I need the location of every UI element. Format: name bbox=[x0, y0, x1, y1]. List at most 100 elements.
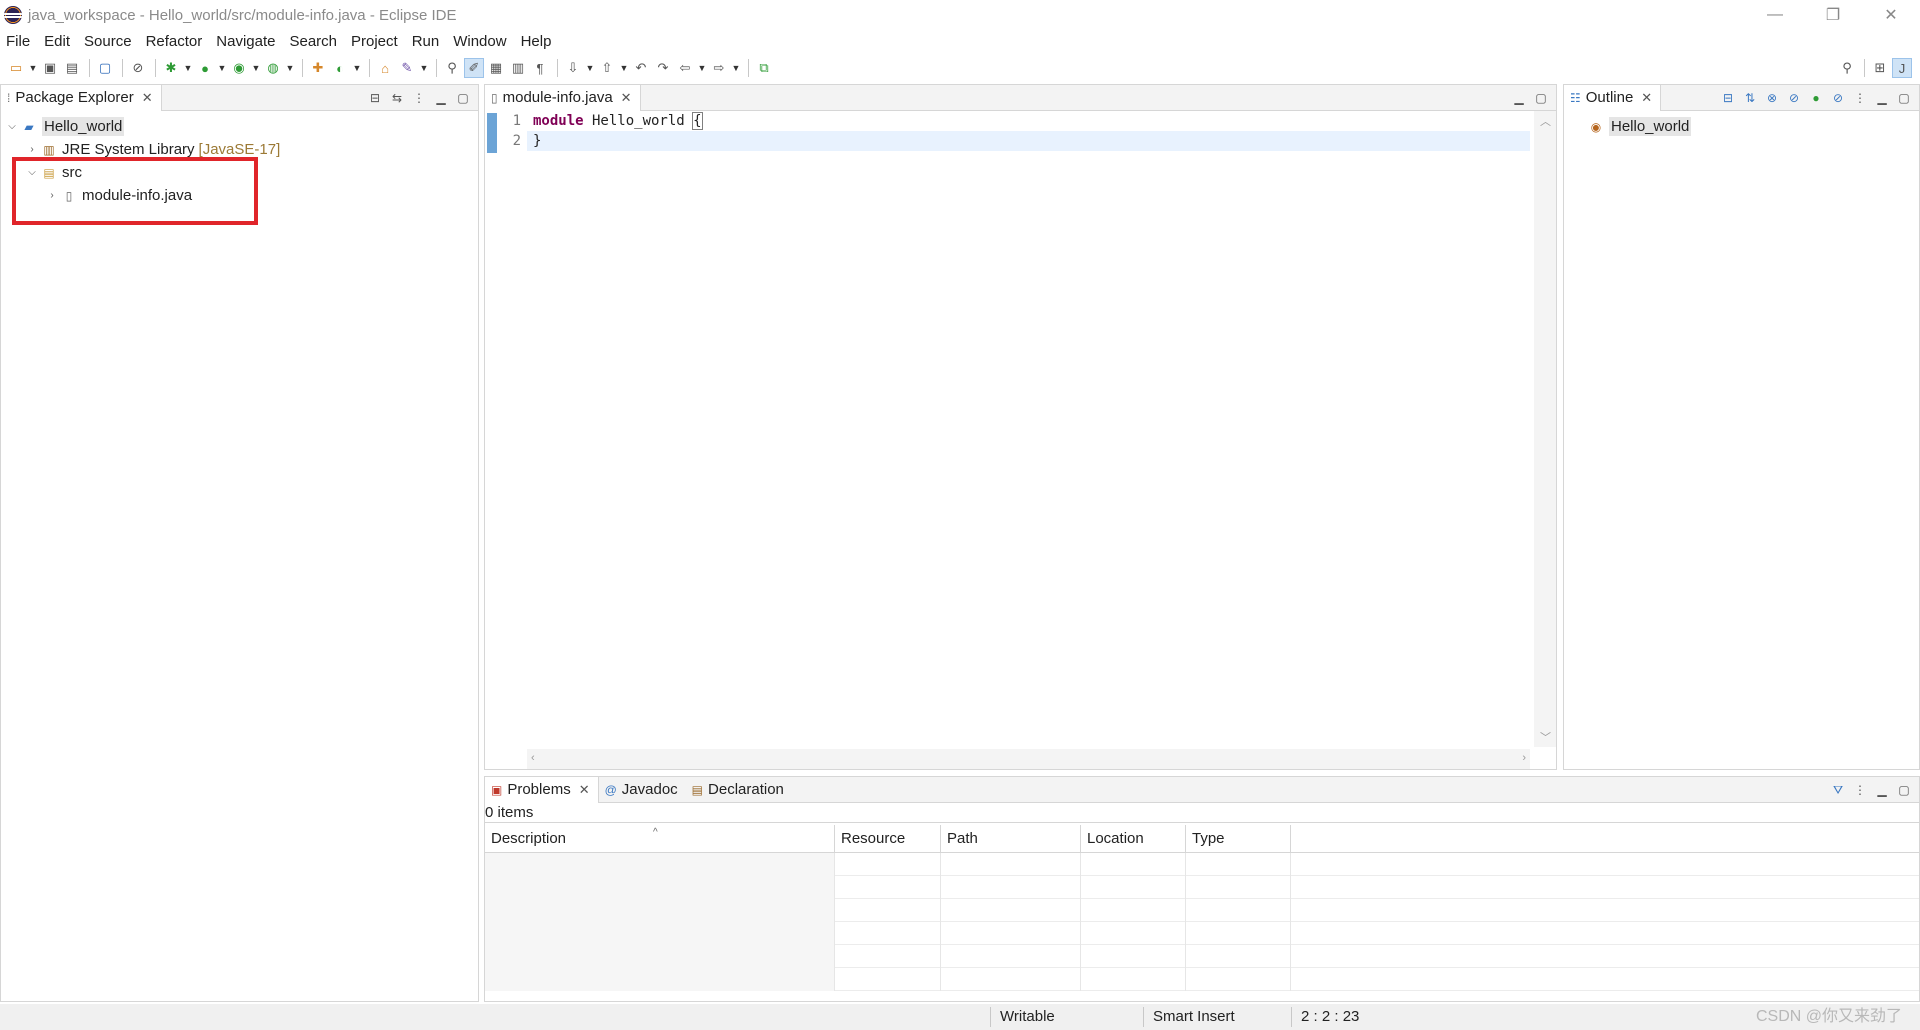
show-whitespace-icon[interactable]: ¶ bbox=[530, 58, 550, 78]
new-java-class-icon[interactable]: ◐ bbox=[330, 58, 350, 78]
previous-annotation-icon[interactable]: ⇧ bbox=[597, 58, 617, 78]
scroll-left-icon[interactable]: ‹ bbox=[531, 752, 535, 764]
view-menu-icon[interactable]: ⋮ bbox=[1851, 89, 1869, 107]
column-type[interactable]: Type bbox=[1186, 825, 1291, 853]
horizontal-scrollbar[interactable]: ‹ › bbox=[527, 749, 1530, 769]
scroll-down-icon[interactable]: ﹀ bbox=[1540, 729, 1551, 745]
tab-package-explorer[interactable]: ⁞ Package Explorer ✕ bbox=[1, 84, 162, 111]
hide-local-types-icon[interactable]: ⊘ bbox=[1829, 89, 1847, 107]
hide-fields-icon[interactable]: ⊗ bbox=[1763, 89, 1781, 107]
tab-declaration[interactable]: ▤ Declaration bbox=[686, 777, 792, 803]
editor-body[interactable]: 1 2 module Hello_world { } ︿ ﹀ ‹ › bbox=[485, 111, 1556, 769]
link-with-editor-icon[interactable]: ⇆ bbox=[388, 89, 406, 107]
new-java-package-icon[interactable]: ✚ bbox=[308, 58, 328, 78]
minimize-view-icon[interactable]: ▁ bbox=[1510, 89, 1528, 107]
back-dropdown-icon[interactable]: ▼ bbox=[697, 58, 707, 78]
menu-edit[interactable]: Edit bbox=[44, 33, 70, 50]
menu-source[interactable]: Source bbox=[84, 33, 132, 50]
search-icon[interactable]: ⚲ bbox=[1837, 58, 1857, 78]
column-location[interactable]: Location bbox=[1081, 825, 1186, 853]
run-dropdown-icon[interactable]: ▼ bbox=[217, 58, 227, 78]
new-class-dropdown-icon[interactable]: ▼ bbox=[352, 58, 362, 78]
tab-module-info[interactable]: ▯ module-info.java ✕ bbox=[485, 84, 641, 111]
new-dropdown-icon[interactable]: ▼ bbox=[28, 58, 38, 78]
close-icon[interactable]: ✕ bbox=[579, 782, 590, 798]
minimize-view-icon[interactable]: ▁ bbox=[1873, 781, 1891, 799]
external-tools-icon[interactable]: ◍ bbox=[263, 58, 283, 78]
menu-refactor[interactable]: Refactor bbox=[146, 33, 203, 50]
tab-outline[interactable]: ☷ Outline ✕ bbox=[1564, 84, 1662, 111]
terminal-icon[interactable]: ▢ bbox=[95, 58, 115, 78]
menu-run[interactable]: Run bbox=[412, 33, 440, 50]
open-type-icon[interactable]: ⌂ bbox=[375, 58, 395, 78]
save-all-icon[interactable]: ▤ bbox=[62, 58, 82, 78]
save-icon[interactable]: ▣ bbox=[40, 58, 60, 78]
view-menu-icon[interactable]: ⋮ bbox=[1851, 781, 1869, 799]
coverage-icon[interactable]: ◉ bbox=[229, 58, 249, 78]
search-tool-icon[interactable]: ✎ bbox=[397, 58, 417, 78]
forward-dropdown-icon[interactable]: ▼ bbox=[731, 58, 741, 78]
java-perspective-icon[interactable]: J bbox=[1892, 58, 1912, 78]
hide-non-public-icon[interactable]: ● bbox=[1807, 89, 1825, 107]
outline-item-module[interactable]: ◉ Hello_world bbox=[1564, 115, 1919, 138]
maximize-view-icon[interactable]: ▢ bbox=[1895, 781, 1913, 799]
external-tools-dropdown-icon[interactable]: ▼ bbox=[285, 58, 295, 78]
sort-icon[interactable]: ⇅ bbox=[1741, 89, 1759, 107]
status-insert-mode[interactable]: Smart Insert bbox=[1145, 1004, 1235, 1030]
next-annotation-dropdown-icon[interactable]: ▼ bbox=[585, 58, 595, 78]
previous-annotation-dropdown-icon[interactable]: ▼ bbox=[619, 58, 629, 78]
close-button[interactable]: ✕ bbox=[1862, 0, 1920, 30]
toggle-breadcrumb-icon[interactable]: ⚲ bbox=[442, 58, 462, 78]
run-icon[interactable]: ● bbox=[195, 58, 215, 78]
maximize-view-icon[interactable]: ▢ bbox=[454, 89, 472, 107]
debug-icon[interactable]: ✱ bbox=[161, 58, 181, 78]
open-perspective-icon[interactable]: ⊞ bbox=[1870, 58, 1890, 78]
maximize-view-icon[interactable]: ▢ bbox=[1895, 89, 1913, 107]
maximize-view-icon[interactable]: ▢ bbox=[1532, 89, 1550, 107]
chevron-right-icon[interactable]: › bbox=[25, 144, 39, 155]
vertical-scrollbar[interactable]: ︿ ﹀ bbox=[1534, 111, 1556, 747]
tab-problems[interactable]: ▣ Problems ✕ bbox=[485, 776, 599, 803]
coverage-dropdown-icon[interactable]: ▼ bbox=[251, 58, 261, 78]
minimize-view-icon[interactable]: ▁ bbox=[432, 89, 450, 107]
scroll-right-icon[interactable]: › bbox=[1522, 752, 1526, 764]
hide-static-icon[interactable]: ⊘ bbox=[1785, 89, 1803, 107]
view-menu-icon[interactable]: ⋮ bbox=[410, 89, 428, 107]
column-path[interactable]: Path bbox=[941, 825, 1081, 853]
back-icon[interactable]: ⇦ bbox=[675, 58, 695, 78]
scroll-up-icon[interactable]: ︿ bbox=[1540, 113, 1551, 129]
debug-dropdown-icon[interactable]: ▼ bbox=[183, 58, 193, 78]
code-line-current[interactable]: } bbox=[527, 131, 1530, 151]
chevron-down-icon[interactable]: ⌵ bbox=[5, 121, 19, 132]
collapse-all-icon[interactable]: ⊟ bbox=[366, 89, 384, 107]
menu-navigate[interactable]: Navigate bbox=[216, 33, 275, 50]
close-icon[interactable]: ✕ bbox=[1641, 90, 1652, 106]
mark-occurrences-icon[interactable]: ✐ bbox=[464, 58, 484, 78]
pin-editor-icon[interactable]: ⧉ bbox=[754, 58, 774, 78]
tree-item-project[interactable]: ⌵ ▰ Hello_world bbox=[1, 115, 478, 138]
forward-icon[interactable]: ⇨ bbox=[709, 58, 729, 78]
menu-file[interactable]: File bbox=[6, 33, 30, 50]
menu-project[interactable]: Project bbox=[351, 33, 398, 50]
new-icon[interactable]: ▭ bbox=[6, 58, 26, 78]
restore-button[interactable]: ❐ bbox=[1804, 0, 1862, 30]
column-description[interactable]: Description ^ bbox=[485, 825, 835, 853]
next-annotation-icon[interactable]: ⇩ bbox=[563, 58, 583, 78]
code-line[interactable]: module Hello_world { bbox=[527, 111, 1530, 131]
skip-breakpoints-icon[interactable]: ⊘ bbox=[128, 58, 148, 78]
code-area[interactable]: module Hello_world { } bbox=[527, 111, 1530, 747]
forward-edit-icon[interactable]: ↷ bbox=[653, 58, 673, 78]
filter-icon[interactable]: ⛛ bbox=[1829, 781, 1847, 799]
column-resource[interactable]: Resource bbox=[835, 825, 941, 853]
minimize-button[interactable]: — bbox=[1746, 0, 1804, 30]
close-icon[interactable]: ✕ bbox=[621, 90, 632, 106]
close-icon[interactable]: ✕ bbox=[142, 90, 153, 106]
minimize-view-icon[interactable]: ▁ bbox=[1873, 89, 1891, 107]
menu-help[interactable]: Help bbox=[521, 33, 552, 50]
menu-search[interactable]: Search bbox=[289, 33, 337, 50]
tab-javadoc[interactable]: @ Javadoc bbox=[599, 777, 686, 803]
collapse-all-icon[interactable]: ⊟ bbox=[1719, 89, 1737, 107]
menu-window[interactable]: Window bbox=[453, 33, 506, 50]
block-selection-icon[interactable]: ▦ bbox=[486, 58, 506, 78]
word-wrap-icon[interactable]: ▥ bbox=[508, 58, 528, 78]
